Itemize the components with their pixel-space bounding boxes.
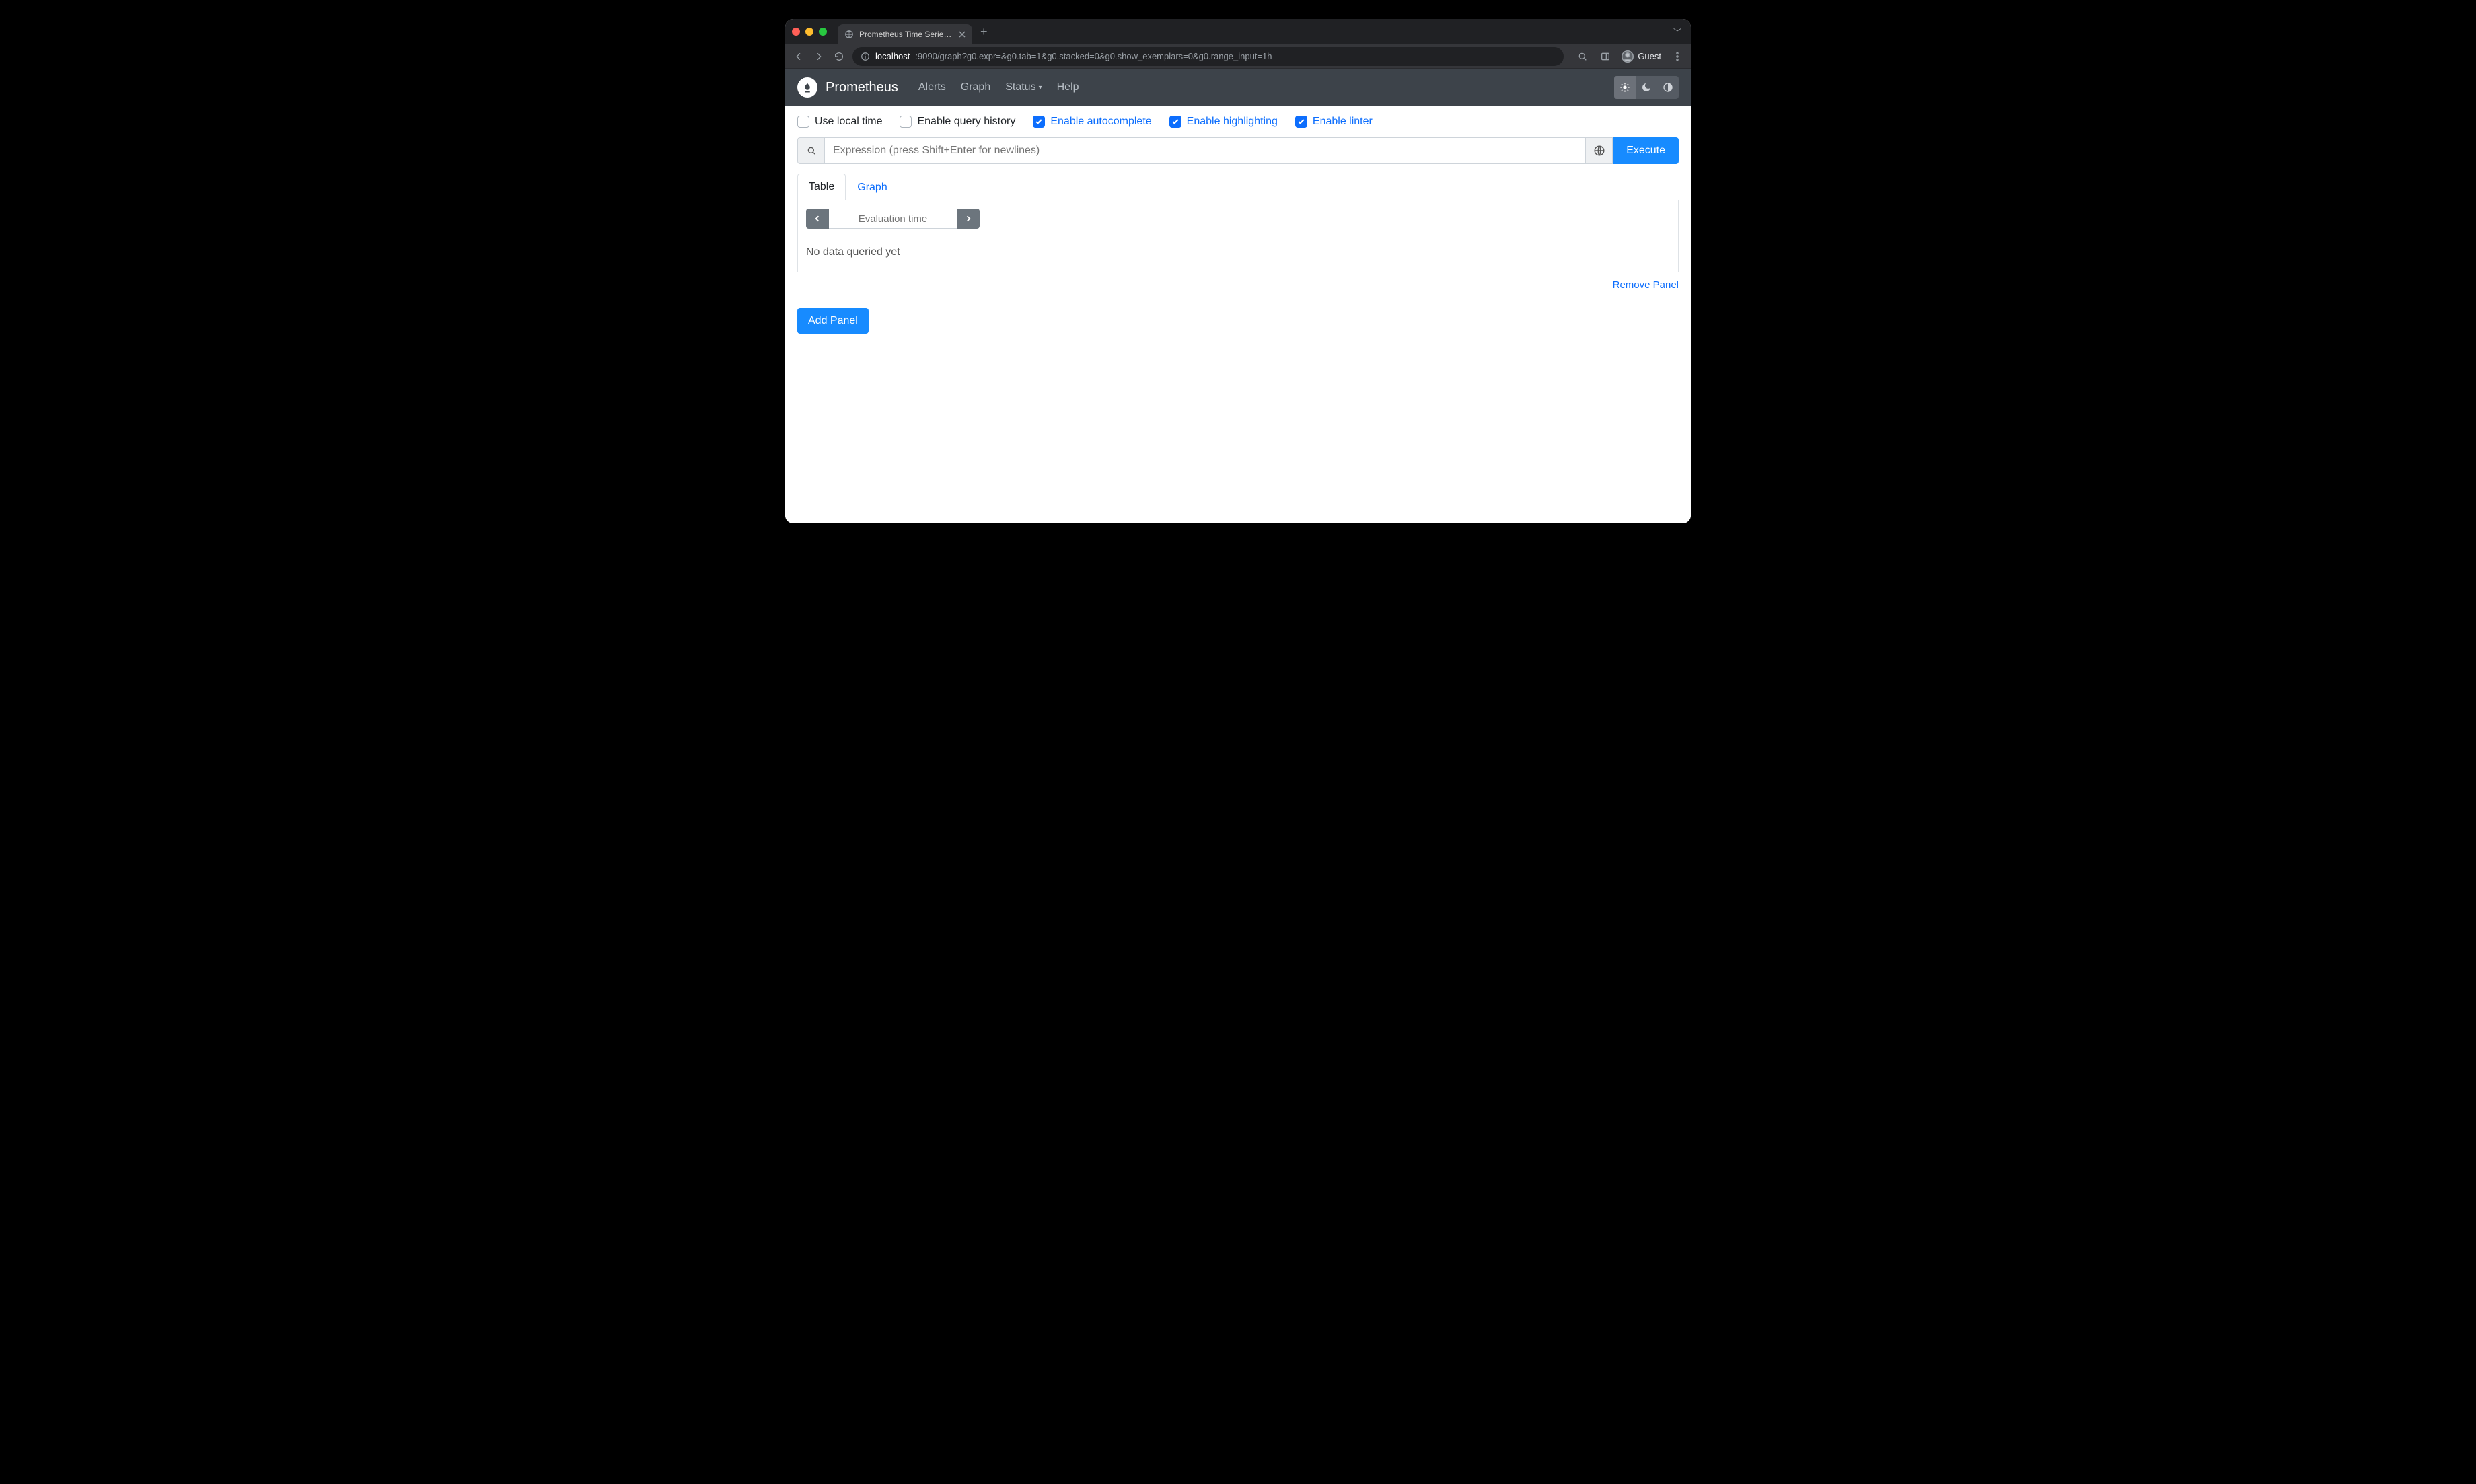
nav-graph[interactable]: Graph — [961, 81, 990, 94]
result-tabs: Table Graph — [797, 174, 1679, 200]
option-enable-highlighting[interactable]: Enable highlighting — [1169, 116, 1278, 128]
remove-panel-link[interactable]: Remove Panel — [1613, 279, 1679, 291]
eval-time-prev-button[interactable] — [806, 209, 829, 229]
option-enable-autocomplete[interactable]: Enable autocomplete — [1033, 116, 1151, 128]
checkbox-icon — [900, 116, 912, 128]
prometheus-logo-icon — [797, 77, 817, 98]
address-bar[interactable]: localhost :9090/graph?g0.expr=&g0.tab=1&g… — [852, 47, 1564, 66]
checkbox-checked-icon — [1033, 116, 1045, 128]
kebab-menu-icon[interactable] — [1671, 51, 1684, 62]
theme-light-button[interactable] — [1614, 76, 1636, 99]
nav-reload-button[interactable] — [832, 51, 846, 62]
browser-toolbar: localhost :9090/graph?g0.expr=&g0.tab=1&g… — [785, 44, 1691, 69]
site-info-icon — [861, 52, 870, 61]
tab-graph[interactable]: Graph — [846, 174, 898, 200]
expression-input[interactable] — [824, 137, 1586, 164]
nav-status[interactable]: Status ▾ — [1005, 81, 1042, 94]
brand-title: Prometheus — [826, 80, 898, 96]
option-enable-linter[interactable]: Enable linter — [1295, 116, 1373, 128]
profile-button[interactable]: Guest — [1622, 50, 1661, 63]
execute-button[interactable]: Execute — [1613, 137, 1679, 164]
theme-toggle — [1614, 76, 1679, 99]
checkbox-checked-icon — [1169, 116, 1181, 128]
evaluation-time-control — [806, 209, 980, 229]
nav-status-label: Status — [1005, 81, 1035, 94]
close-icon[interactable] — [959, 31, 966, 38]
page-content: Use local time Enable query history Enab… — [785, 106, 1691, 523]
window-close-icon[interactable] — [792, 28, 800, 36]
caret-down-icon: ▾ — [1039, 84, 1042, 91]
nav-alerts[interactable]: Alerts — [918, 81, 946, 94]
zoom-icon[interactable] — [1576, 51, 1589, 62]
nav-help[interactable]: Help — [1057, 81, 1079, 94]
url-host: localhost — [875, 51, 910, 61]
query-options-row: Use local time Enable query history Enab… — [797, 116, 1679, 128]
profile-label: Guest — [1638, 51, 1661, 61]
browser-window: Prometheus Time Series Collec + ﹀ localh… — [785, 19, 1691, 523]
option-label: Enable linter — [1313, 116, 1373, 128]
search-icon — [797, 137, 824, 164]
avatar-icon — [1622, 50, 1634, 63]
metrics-explorer-button[interactable] — [1586, 137, 1613, 164]
eval-time-next-button[interactable] — [957, 209, 980, 229]
nav-back-button[interactable] — [792, 51, 805, 62]
app-header: Prometheus Alerts Graph Status ▾ Help — [785, 69, 1691, 106]
browser-tabstrip: Prometheus Time Series Collec + ﹀ — [785, 19, 1691, 44]
nav-forward-button[interactable] — [812, 51, 826, 62]
option-use-local-time[interactable]: Use local time — [797, 116, 882, 128]
browser-tab[interactable]: Prometheus Time Series Collec — [838, 24, 972, 44]
new-tab-button[interactable]: + — [980, 26, 988, 38]
results-panel: No data queried yet — [797, 200, 1679, 272]
option-label: Enable query history — [917, 116, 1015, 128]
brand[interactable]: Prometheus — [797, 77, 898, 98]
main-nav: Alerts Graph Status ▾ Help — [918, 81, 1079, 94]
option-enable-query-history[interactable]: Enable query history — [900, 116, 1015, 128]
option-label: Enable highlighting — [1187, 116, 1278, 128]
window-controls — [792, 28, 827, 36]
option-label: Enable autocomplete — [1050, 116, 1151, 128]
checkbox-icon — [797, 116, 809, 128]
checkbox-checked-icon — [1295, 116, 1307, 128]
expression-row: Execute — [797, 137, 1679, 164]
tabs-overflow-icon[interactable]: ﹀ — [1673, 26, 1681, 38]
theme-auto-button[interactable] — [1657, 76, 1679, 99]
evaluation-time-input[interactable] — [829, 209, 957, 229]
add-panel-button[interactable]: Add Panel — [797, 308, 869, 334]
window-minimize-icon[interactable] — [805, 28, 813, 36]
results-empty-message: No data queried yet — [806, 246, 1670, 258]
window-zoom-icon[interactable] — [819, 28, 827, 36]
theme-dark-button[interactable] — [1636, 76, 1657, 99]
url-path: :9090/graph?g0.expr=&g0.tab=1&g0.stacked… — [915, 51, 1272, 61]
panel-icon[interactable] — [1599, 51, 1612, 62]
tab-title: Prometheus Time Series Collec — [859, 30, 953, 39]
option-label: Use local time — [815, 116, 882, 128]
tab-table[interactable]: Table — [797, 174, 846, 200]
globe-icon — [844, 30, 854, 39]
